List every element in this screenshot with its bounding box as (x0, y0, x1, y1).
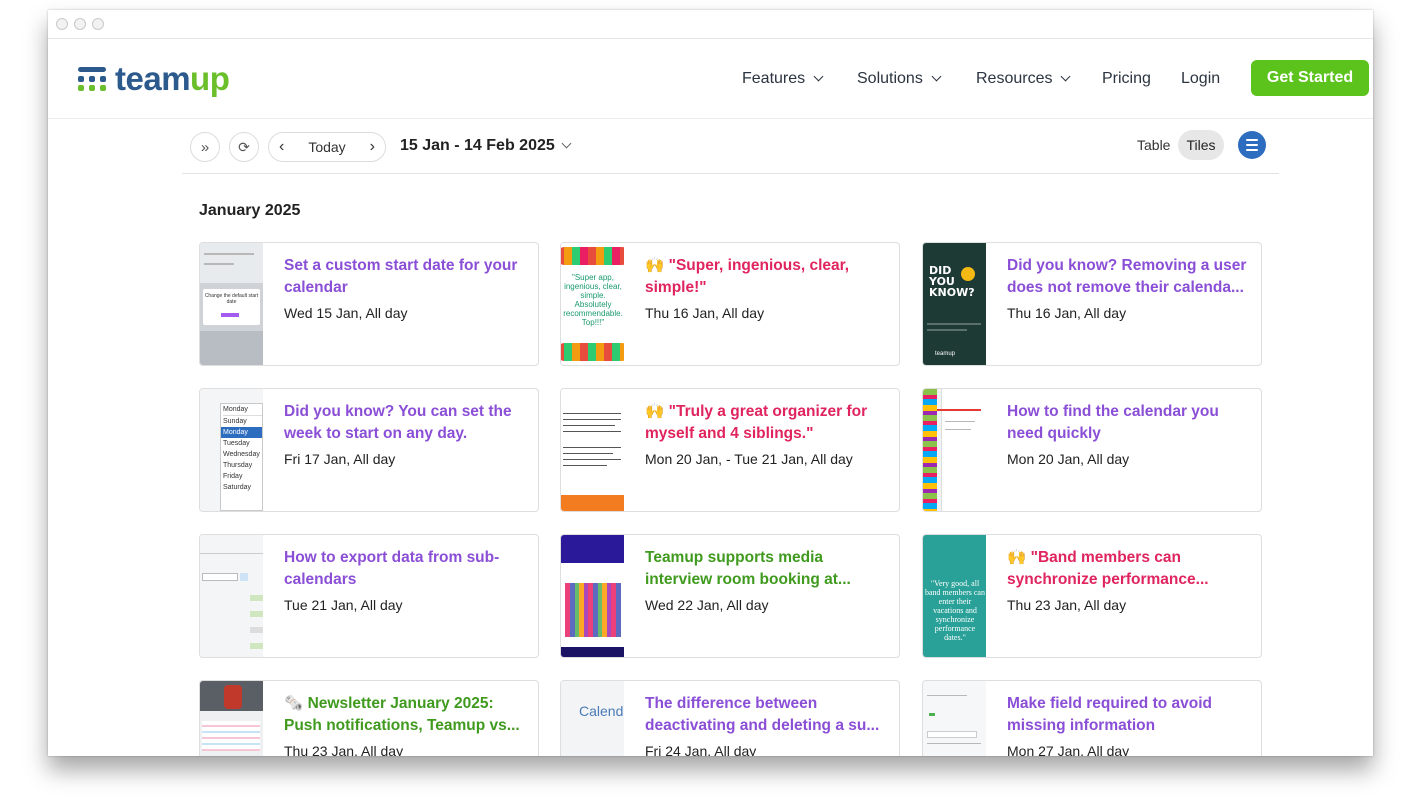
next-period-button[interactable]: › (370, 138, 375, 156)
lightbulb-icon (961, 267, 975, 281)
event-title: 🙌 "Band members can synchronize performa… (1007, 549, 1209, 588)
event-thumbnail: DID YOU KNOW? teamup (923, 243, 986, 365)
event-title: How to export data from sub-calendars (284, 549, 500, 588)
event-title: How to find the calendar you need quickl… (1007, 403, 1219, 442)
get-started-button[interactable]: Get Started (1251, 60, 1369, 96)
teamup-logo[interactable]: teamup (78, 61, 230, 97)
event-thumbnail: Calendar (561, 681, 624, 756)
event-thumbnail (561, 389, 624, 511)
event-date: Thu 23 Jan, All day (1007, 597, 1127, 613)
event-date: Wed 15 Jan, All day (284, 305, 408, 321)
event-card[interactable]: 🙌 "Truly a great organizer for myself an… (560, 388, 900, 512)
event-title: Did you know? Removing a user does not r… (1007, 257, 1247, 296)
nav-login[interactable]: Login (1181, 70, 1220, 88)
window-titlebar (48, 10, 1373, 39)
nav-solutions[interactable]: Solutions (857, 70, 942, 88)
event-title: The difference between deactivating and … (645, 695, 880, 734)
chevron-down-icon (931, 71, 942, 82)
event-title: Make field required to avoid missing inf… (1007, 695, 1212, 734)
close-window-dot[interactable] (56, 18, 68, 30)
teamup-logo-icon (78, 67, 106, 91)
event-date: Thu 16 Jan, All day (645, 305, 765, 321)
site-navbar: teamup Features Solutions Resources Pric… (48, 39, 1373, 119)
chevron-down-icon (1061, 71, 1071, 82)
event-card[interactable]: Make field required to avoid missing inf… (922, 680, 1262, 756)
event-card[interactable]: Calendar The difference between deactiva… (560, 680, 900, 756)
calendar-toolbar: » ⟳ ‹ Today › 15 Jan - 14 Feb 2025 Table… (182, 128, 1279, 174)
chevron-down-icon (813, 71, 824, 82)
event-card[interactable]: How to find the calendar you need quickl… (922, 388, 1262, 512)
event-card[interactable]: Monday Sunday Monday Tuesday Wednesday T… (199, 388, 539, 512)
event-title: Teamup supports media interview room boo… (645, 549, 851, 588)
nav-features[interactable]: Features (742, 70, 824, 88)
event-date: Fri 24 Jan, All day (645, 743, 757, 756)
event-date: Tue 21 Jan, All day (284, 597, 403, 613)
menu-button[interactable] (1238, 131, 1266, 159)
event-date: Thu 16 Jan, All day (1007, 305, 1127, 321)
collapse-sidebar-button[interactable]: » (190, 132, 220, 162)
minimize-window-dot[interactable] (74, 18, 86, 30)
event-date: Fri 17 Jan, All day (284, 451, 396, 467)
event-thumbnail: "Very good, all band members can enter t… (923, 535, 986, 657)
nav-resources[interactable]: Resources (976, 70, 1071, 88)
event-title: Set a custom start date for your calenda… (284, 257, 518, 296)
date-navigation: ‹ Today › (268, 132, 386, 162)
zoom-window-dot[interactable] (92, 18, 104, 30)
event-date: Mon 27 Jan, All day (1007, 743, 1130, 756)
prev-period-button[interactable]: ‹ (279, 138, 284, 156)
refresh-button[interactable]: ⟳ (229, 132, 259, 162)
event-title: 🙌 "Truly a great organizer for myself an… (645, 403, 868, 442)
event-thumbnail: Change the default start date (200, 243, 263, 365)
event-thumbnail (923, 389, 986, 511)
event-date: Mon 20 Jan, - Tue 21 Jan, All day (645, 451, 853, 467)
event-card[interactable]: 🗞️ Newsletter January 2025: Push notific… (199, 680, 539, 756)
event-card[interactable]: How to export data from sub-calendars Tu… (199, 534, 539, 658)
nav-pricing[interactable]: Pricing (1102, 70, 1151, 88)
view-tiles-tab[interactable]: Tiles (1178, 130, 1224, 160)
double-chevron-right-icon: » (200, 138, 210, 156)
event-thumbnail (923, 681, 986, 756)
event-card[interactable]: "Very good, all band members can enter t… (922, 534, 1262, 658)
event-thumbnail (200, 535, 263, 657)
event-date: Wed 22 Jan, All day (645, 597, 769, 613)
event-card[interactable]: Teamup supports media interview room boo… (560, 534, 900, 658)
event-title: 🗞️ Newsletter January 2025: Push notific… (284, 695, 520, 734)
event-date: Mon 20 Jan, All day (1007, 451, 1130, 467)
refresh-icon: ⟳ (238, 138, 250, 155)
event-title: 🙌 "Super, ingenious, clear, simple!" (645, 257, 850, 296)
hamburger-icon (1246, 139, 1258, 141)
event-thumbnail (200, 681, 263, 756)
event-title: Did you know? You can set the week to st… (284, 403, 512, 442)
month-heading: January 2025 (199, 202, 301, 219)
today-button[interactable]: Today (308, 139, 345, 155)
event-thumbnail (561, 535, 624, 657)
date-range-selector[interactable]: 15 Jan - 14 Feb 2025 (400, 137, 572, 155)
event-card[interactable]: "Super app, ingenious, clear, simple. Ab… (560, 242, 900, 366)
event-thumbnail: "Super app, ingenious, clear, simple. Ab… (561, 243, 624, 365)
browser-window: teamup Features Solutions Resources Pric… (48, 10, 1373, 756)
event-card[interactable]: DID YOU KNOW? teamup Did you know? Removin… (922, 242, 1262, 366)
chevron-down-icon (561, 138, 572, 149)
view-table-tab[interactable]: Table (1137, 137, 1170, 153)
event-card[interactable]: Change the default start date Set a cust… (199, 242, 539, 366)
event-date: Thu 23 Jan, All day (284, 743, 404, 756)
event-thumbnail: Monday Sunday Monday Tuesday Wednesday T… (200, 389, 263, 511)
